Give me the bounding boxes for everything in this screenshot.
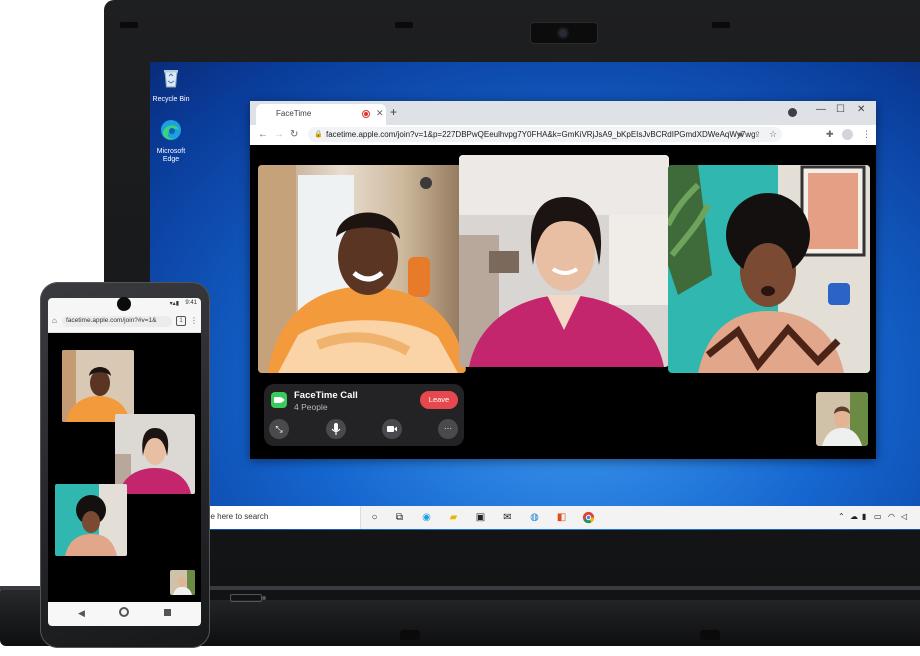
tab-facetime[interactable]: FaceTime ✕ [256, 104, 386, 125]
self-view-tile[interactable] [816, 392, 868, 446]
more-button[interactable]: ··· [438, 419, 458, 439]
taskbar-search-box[interactable]: pe here to search [202, 506, 361, 529]
bezel-detail [712, 22, 730, 28]
desktop-icon-edge[interactable]: Microsoft Edge [150, 118, 194, 164]
tray-chevron-icon[interactable]: ⌃ [838, 512, 845, 521]
participant-tile [258, 165, 466, 373]
desktop-icon-label: Recycle Bin [152, 96, 190, 103]
participant-self-view [816, 392, 868, 446]
camera-in-use-icon[interactable]: ■ [738, 130, 743, 139]
maximize-button[interactable]: ☐ [836, 104, 845, 115]
call-control-panel: FaceTime Call 4 People Leave ⤡ ··· [264, 384, 464, 446]
file-explorer-icon[interactable]: ▰ [447, 511, 460, 524]
camera-button[interactable] [382, 419, 402, 439]
profile-avatar-icon[interactable] [842, 129, 853, 140]
participant-orange-hoodie [258, 165, 466, 373]
taskbar-search-placeholder: pe here to search [206, 512, 269, 521]
address-bar[interactable]: 🔒 facetime.apple.com/join?v=1&p=227DBPwQ… [308, 127, 782, 142]
leave-call-button[interactable]: Leave [420, 391, 458, 409]
phone-screen: 9:41 ▾▴▮ ⌂ facetime.apple.com/join?#v=1&… [48, 298, 201, 626]
chrome-logo-icon [582, 511, 595, 524]
laptop-foot [400, 630, 420, 640]
tray-volume-icon[interactable]: ◁ [901, 512, 907, 521]
home-icon[interactable]: ⌂ [52, 316, 57, 325]
windows-taskbar: pe here to search ○ ⧉ ◉ ▰ ▣ ✉ ◍ ◧ ⌃ ☁ ▮ … [150, 506, 920, 529]
nav-back-icon[interactable]: ◀ [78, 608, 85, 619]
bezel-detail [395, 22, 413, 28]
nav-recents-icon[interactable] [164, 609, 171, 616]
bezel-detail [120, 22, 138, 28]
dell-icon[interactable]: ◍ [528, 511, 541, 524]
reload-icon[interactable]: ↻ [290, 129, 298, 140]
tray-mic-icon[interactable]: ▮ [862, 512, 866, 521]
profile-record-icon [788, 108, 797, 117]
participant-tile [459, 155, 669, 367]
edge-icon [161, 120, 181, 140]
phone-address-url: facetime.apple.com/join?#v=1& [66, 317, 157, 324]
close-window-button[interactable]: ✕ [857, 104, 865, 115]
nav-home-icon[interactable] [119, 607, 129, 617]
laptop-foot [700, 630, 720, 640]
tray-battery-icon[interactable]: ▭ [874, 512, 882, 521]
tray-wifi-icon[interactable]: ◠ [888, 512, 895, 521]
menu-kebab-icon[interactable]: ⋮ [862, 129, 871, 140]
recycle-bin-icon [164, 70, 178, 88]
share-icon[interactable]: ⇪ [754, 130, 761, 139]
expand-icon: ⤡ [275, 424, 283, 434]
browser-toolbar: ← → ↻ 🔒 facetime.apple.com/join?v=1&p=22… [250, 125, 876, 146]
back-arrow-icon[interactable]: ← [258, 129, 268, 140]
bookmark-star-icon[interactable]: ☆ [769, 129, 777, 140]
call-title: FaceTime Call [294, 390, 358, 401]
phone-participant-tile [55, 484, 127, 556]
ellipsis-icon: ··· [444, 424, 452, 433]
office-icon[interactable]: ◧ [555, 511, 568, 524]
front-camera-icon [117, 297, 131, 311]
phone-nav-bar: ◀ [48, 602, 201, 626]
task-view-icon[interactable]: ⧉ [393, 511, 406, 524]
desktop-icon-recycle-bin[interactable]: Recycle Bin [150, 66, 194, 104]
laptop-webcam [530, 22, 598, 44]
phone-self-view-tile[interactable] [170, 570, 195, 595]
facetime-icon [271, 392, 287, 408]
participant-tile [668, 165, 870, 373]
minimize-button[interactable]: — [816, 104, 826, 115]
phone-browser-bar: ⌂ facetime.apple.com/join?#v=1& 1 ⋮ [48, 310, 201, 333]
desktop-icon-label: Microsoft Edge [156, 148, 186, 163]
new-tab-button[interactable]: + [390, 105, 397, 119]
phone-participant-tile [115, 414, 195, 494]
participant-magenta-cardigan [115, 414, 195, 494]
tab-close-icon[interactable]: ✕ [376, 108, 384, 119]
mail-icon[interactable]: ✉ [501, 511, 514, 524]
participant-patterned-top [668, 165, 870, 373]
tab-bar: FaceTime ✕ + — ☐ ✕ [250, 101, 876, 125]
address-url: facetime.apple.com/join?v=1&p=227DBPwQEe… [326, 130, 756, 139]
phone-participant-tile [62, 350, 134, 422]
tab-count-badge[interactable]: 1 [176, 316, 186, 326]
store-icon[interactable]: ▣ [474, 511, 487, 524]
mute-button[interactable] [326, 419, 346, 439]
call-participant-count: 4 People [294, 402, 328, 412]
participant-magenta-cardigan [459, 155, 669, 367]
participant-patterned-top [55, 484, 127, 556]
lock-icon: 🔒 [314, 131, 323, 138]
tray-cloud-icon[interactable]: ☁ [850, 512, 858, 521]
chrome-icon[interactable] [582, 511, 595, 524]
status-led-icon [262, 596, 266, 600]
edge-icon[interactable]: ◉ [420, 511, 433, 524]
forward-arrow-icon[interactable]: → [274, 129, 284, 140]
participant-orange-hoodie [62, 350, 134, 422]
phone-address-bar[interactable]: facetime.apple.com/join?#v=1& [62, 316, 172, 327]
expand-button[interactable]: ⤡ [269, 419, 289, 439]
recording-icon [362, 110, 370, 118]
phone-clock: 9:41 [185, 300, 197, 306]
participant-self-view [170, 570, 195, 595]
tab-title: FaceTime [276, 109, 312, 118]
cortana-icon[interactable]: ○ [368, 511, 381, 524]
microphone-icon [331, 423, 341, 435]
phone-menu-icon[interactable]: ⋮ [190, 316, 198, 325]
usb-c-port-icon [230, 594, 262, 602]
video-camera-icon [387, 426, 397, 432]
signal-battery-icon: ▾▴▮ [169, 301, 179, 307]
extensions-icon[interactable]: ✚ [826, 129, 834, 140]
